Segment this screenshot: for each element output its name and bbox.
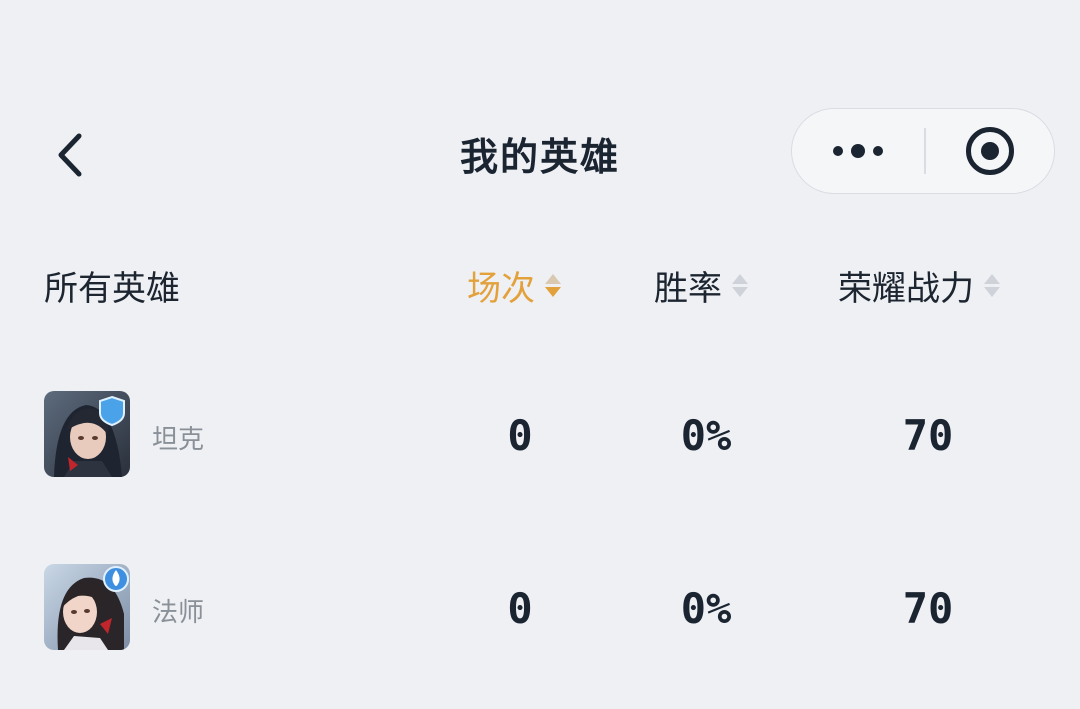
sort-games-header[interactable]: 场次 bbox=[467, 258, 561, 312]
target-close-icon-dot bbox=[980, 142, 999, 160]
sort-up-arrow bbox=[545, 273, 561, 284]
hero-winrate-value: 0% bbox=[680, 411, 732, 460]
hero-games-value: 0 bbox=[507, 411, 533, 460]
hero-portrait-image bbox=[44, 391, 130, 477]
all-heroes-label: 所有英雄 bbox=[44, 268, 180, 309]
mini-program-capsule bbox=[791, 108, 1055, 194]
more-dot-center bbox=[851, 144, 865, 158]
hero-row[interactable]: 法师 0 0% 70 bbox=[0, 564, 1080, 654]
more-dots-icon bbox=[833, 146, 843, 156]
hero-role-label: 坦克 bbox=[152, 425, 205, 455]
hero-avatar bbox=[44, 564, 130, 650]
hero-row[interactable]: 坦克 0 0% 70 bbox=[0, 391, 1080, 481]
sort-icon bbox=[984, 273, 1000, 297]
more-button[interactable] bbox=[792, 109, 924, 193]
all-heroes-filter[interactable]: 所有英雄 bbox=[44, 258, 180, 312]
power-column-label: 荣耀战力 bbox=[838, 268, 974, 309]
more-dot-right bbox=[873, 146, 883, 156]
winrate-column-label: 胜率 bbox=[654, 268, 722, 309]
hero-portrait-image bbox=[44, 564, 130, 650]
target-close-icon bbox=[965, 127, 1014, 175]
hero-avatar bbox=[44, 391, 130, 477]
shield-icon bbox=[99, 395, 125, 427]
hero-winrate-value: 0% bbox=[680, 584, 732, 633]
sort-down-arrow bbox=[732, 286, 748, 297]
sort-winrate-header[interactable]: 胜率 bbox=[654, 258, 748, 312]
sort-icon bbox=[732, 273, 748, 297]
sort-icon bbox=[545, 273, 561, 297]
games-column-label: 场次 bbox=[467, 268, 535, 309]
my-heroes-page: 我的英雄 所有英雄 场次 胜率 荣耀战力 坦克 0 0% 70 法师 0 0% … bbox=[0, 0, 1080, 709]
hero-power-value: 70 bbox=[902, 584, 954, 633]
hero-power-value: 70 bbox=[902, 411, 954, 460]
sort-down-arrow bbox=[545, 286, 561, 297]
sort-up-arrow bbox=[732, 273, 748, 284]
hero-role-label: 法师 bbox=[152, 598, 205, 628]
hero-games-value: 0 bbox=[507, 584, 533, 633]
sort-down-arrow bbox=[984, 286, 1000, 297]
close-button[interactable] bbox=[926, 109, 1055, 193]
sort-power-header[interactable]: 荣耀战力 bbox=[838, 258, 1000, 312]
sort-up-arrow bbox=[984, 273, 1000, 284]
